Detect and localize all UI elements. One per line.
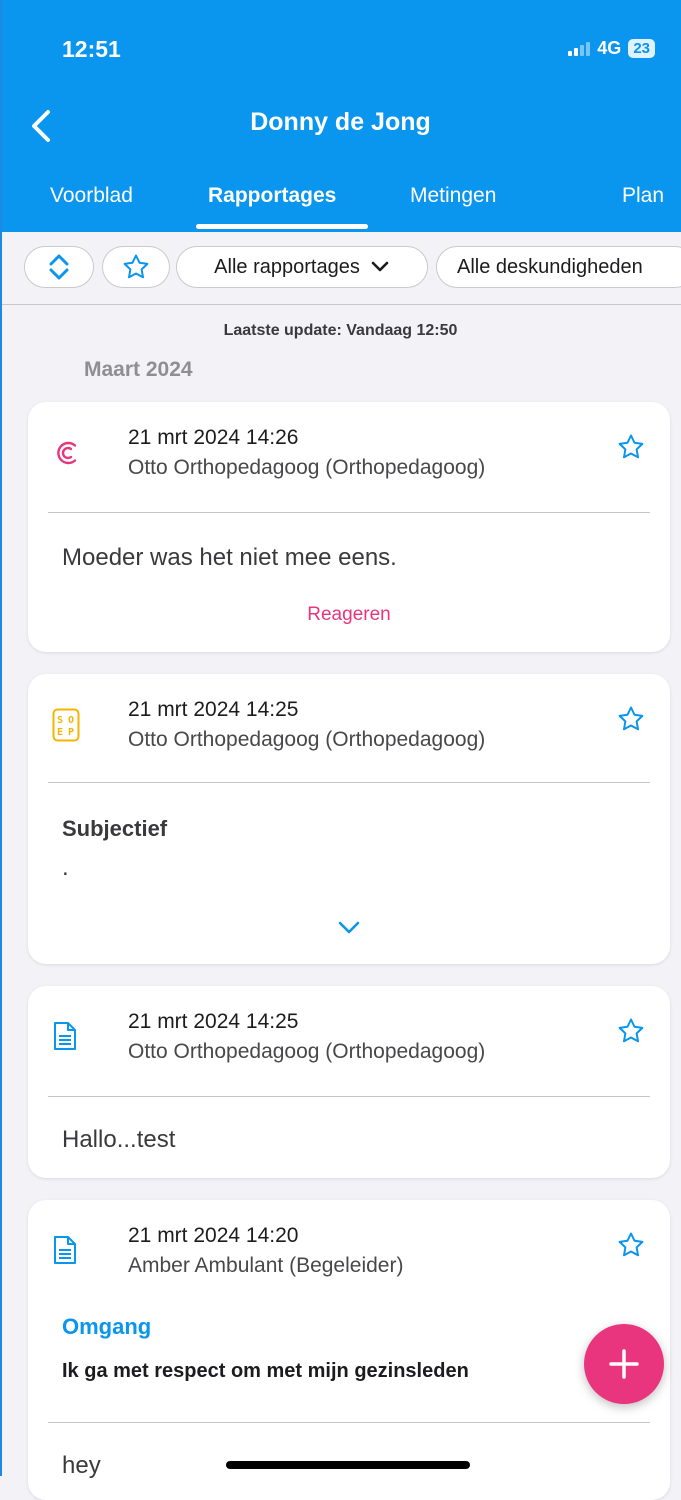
report-card[interactable]: 21 mrt 2024 14:26 Otto Orthopedagoog (Or… (28, 402, 670, 652)
favorites-filter-button[interactable] (102, 246, 170, 288)
home-indicator[interactable] (226, 1461, 470, 1469)
signal-icon (568, 41, 591, 56)
expertise-dropdown[interactable]: Alle deskundigheden (436, 246, 681, 288)
svg-text:P: P (68, 727, 74, 738)
filter-bar: Alle rapportages Alle deskundigheden (0, 232, 681, 305)
reply-button[interactable]: Reageren (28, 604, 670, 626)
tab-plan[interactable]: Plan (622, 184, 664, 208)
report-date: 21 mrt 2024 14:26 (128, 426, 299, 449)
report-section-title: Subjectief (62, 816, 168, 841)
report-type-label: Alle rapportages (214, 255, 360, 278)
svg-text:E: E (57, 727, 63, 738)
tab-metingen[interactable]: Metingen (410, 184, 496, 208)
chevron-down-icon[interactable] (334, 918, 364, 938)
chevron-down-icon (371, 261, 389, 272)
expertise-label: Alle deskundigheden (457, 255, 643, 278)
report-statement: Ik ga met respect om met mijn gezinslede… (62, 1360, 469, 1382)
star-outline-icon[interactable] (616, 704, 646, 734)
document-icon (54, 1022, 76, 1050)
plus-icon (609, 1349, 639, 1379)
report-type-dropdown[interactable]: Alle rapportages (176, 246, 428, 288)
card-divider (48, 1096, 650, 1097)
document-icon (54, 1236, 76, 1264)
star-outline-icon (123, 254, 149, 279)
card-divider (48, 782, 650, 783)
add-report-button[interactable] (584, 1324, 664, 1404)
report-author: Otto Orthopedagoog (Orthopedagoog) (128, 728, 486, 751)
report-author: Amber Ambulant (Begeleider) (128, 1254, 404, 1277)
report-body: Hallo...test (62, 1126, 176, 1153)
soep-icon: S O E P (52, 708, 80, 742)
status-time: 12:51 (62, 36, 121, 62)
sort-button[interactable] (24, 246, 94, 288)
tab-voorblad[interactable]: Voorblad (50, 184, 133, 208)
conversation-icon (57, 441, 77, 465)
card-divider (48, 1422, 650, 1423)
window-edge (0, 0, 2, 1476)
page-title: Donny de Jong (250, 108, 431, 136)
report-date: 21 mrt 2024 14:25 (128, 698, 299, 721)
report-card[interactable]: S O E P 21 mrt 2024 14:25 Otto Orthopeda… (28, 674, 670, 964)
star-outline-icon[interactable] (616, 1230, 646, 1260)
star-outline-icon[interactable] (616, 432, 646, 462)
report-category: Omgang (62, 1314, 152, 1339)
network-label: 4G (597, 38, 622, 58)
report-author: Otto Orthopedagoog (Orthopedagoog) (128, 1040, 486, 1063)
status-indicators: 4G 23 (568, 38, 655, 59)
svg-text:S: S (57, 715, 63, 726)
report-card[interactable]: 21 mrt 2024 14:20 Amber Ambulant (Begele… (28, 1200, 670, 1500)
report-body: . (62, 854, 69, 881)
month-header: Maart 2024 (84, 358, 193, 381)
active-tab-indicator (196, 224, 368, 229)
star-outline-icon[interactable] (616, 1016, 646, 1046)
card-divider (48, 512, 650, 513)
last-update-text: Laatste update: Vandaag 12:50 (223, 322, 458, 339)
svg-text:O: O (68, 715, 74, 726)
report-body: Moeder was het niet mee eens. (62, 544, 397, 571)
tab-rapportages[interactable]: Rapportages (208, 184, 336, 208)
report-date: 21 mrt 2024 14:25 (128, 1010, 299, 1033)
report-author: Otto Orthopedagoog (Orthopedagoog) (128, 456, 486, 479)
report-date: 21 mrt 2024 14:20 (128, 1224, 299, 1247)
report-card[interactable]: 21 mrt 2024 14:25 Otto Orthopedagoog (Or… (28, 986, 670, 1178)
app-header: 12:51 4G 23 Donny de Jong Voorblad Rappo… (0, 0, 681, 232)
battery-icon: 23 (628, 39, 655, 58)
sort-icon (49, 254, 69, 280)
